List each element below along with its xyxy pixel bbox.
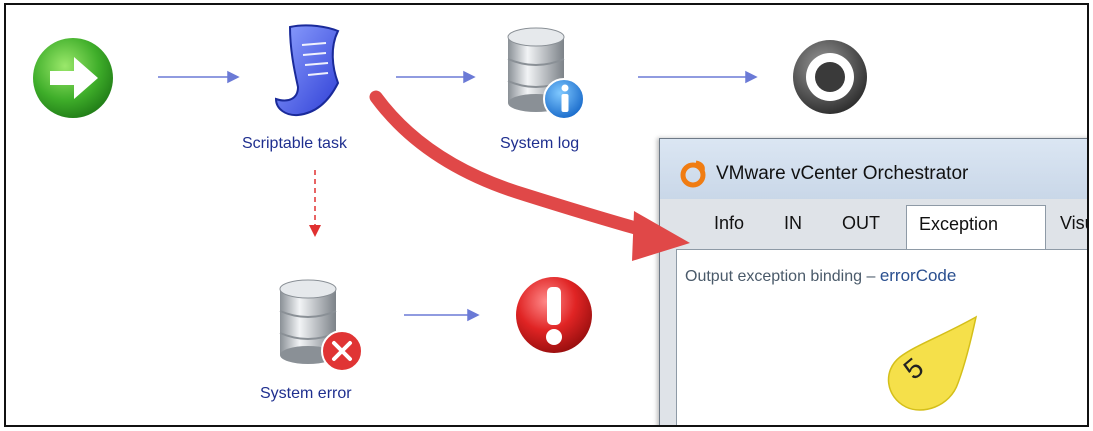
orchestrator-logo-icon <box>680 160 706 188</box>
callout-drop-icon <box>887 315 978 411</box>
error-path-arrow <box>309 170 321 237</box>
exception-icon <box>516 277 592 353</box>
workflow-canvas: Scriptable task System log System error … <box>4 3 1089 427</box>
binding-label: Output exception binding – <box>685 268 876 285</box>
script-scroll-icon <box>274 24 340 117</box>
tab-info[interactable]: Info <box>714 213 744 234</box>
tab-in[interactable]: IN <box>784 213 802 234</box>
scriptable-task-label: Scriptable task <box>242 135 347 152</box>
tab-out[interactable]: OUT <box>842 213 880 234</box>
system-log-label: System log <box>500 135 580 152</box>
start-node[interactable] <box>30 35 116 121</box>
tab-bar: Info IN OUT Exception Visu <box>676 201 1087 249</box>
database-info-icon <box>507 27 585 120</box>
tab-visu[interactable]: Visu <box>1060 213 1087 234</box>
exception-end-node[interactable] <box>512 273 596 357</box>
dialog-title: VMware vCenter Orchestrator <box>716 163 969 184</box>
tab-exception[interactable]: Exception <box>906 205 1046 249</box>
system-log-node[interactable] <box>502 25 586 121</box>
exception-binding-row: Output exception binding – errorCode <box>685 266 956 286</box>
orchestrator-dialog: VMware vCenter Orchestrator Info IN OUT … <box>659 138 1087 425</box>
callout-5: 5 <box>878 315 978 415</box>
end-node[interactable] <box>790 37 870 117</box>
system-error-node[interactable] <box>274 277 378 375</box>
system-error-label: System error <box>260 385 352 402</box>
scriptable-task-node[interactable] <box>268 21 348 121</box>
start-arrow-icon <box>33 38 113 118</box>
database-error-icon <box>279 279 363 372</box>
binding-value-link[interactable]: errorCode <box>880 266 957 285</box>
dialog-titlebar[interactable]: VMware vCenter Orchestrator <box>660 139 1087 199</box>
end-target-icon <box>793 40 867 114</box>
